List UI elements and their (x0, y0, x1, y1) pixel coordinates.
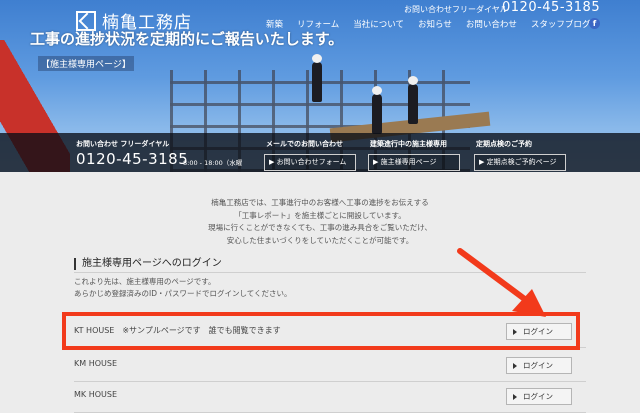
owner-page-button[interactable]: ▶ 施主様専用ページ (368, 154, 460, 171)
nav-item-about[interactable]: 当社について (353, 18, 404, 30)
play-arrow-icon: ▶ (269, 158, 277, 166)
inspection-button[interactable]: ▶ 定期点検ご予約ページ (474, 154, 566, 171)
login-button-km[interactable]: ログイン (506, 357, 572, 374)
worker-figure (312, 54, 322, 102)
hero-title: 工事の進捗状況を定期的にご報告いたします。 (30, 30, 344, 48)
login-desc-line: これより先は、施主様専用のページです。 (74, 277, 216, 286)
house-name: KM HOUSE (74, 359, 117, 368)
pointer-arrow-icon (457, 248, 546, 317)
login-desc-line: あらかじめ登録済みのID・パスワードでログインしてください。 (74, 289, 292, 298)
intro-line: 現場に行くことができなくても、工事の進み具合をご覧いただけ、 (208, 223, 432, 232)
house-row-mk: MK HOUSE ログイン (74, 379, 586, 413)
intro-line: 安心した住まいづくりをしていただくことが可能です。 (226, 235, 414, 245)
nav-item-news[interactable]: お知らせ (418, 18, 452, 30)
login-button-label: ログイン (523, 361, 553, 370)
worker-figure (408, 76, 418, 124)
inspection-label: 定期点検のご予約 (476, 140, 532, 148)
login-button-label: ログイン (523, 392, 553, 401)
header-phone[interactable]: 0120-45-3185 (502, 0, 600, 15)
play-arrow-icon: ▶ (479, 158, 487, 166)
worker-figure (372, 86, 382, 134)
mail-contact-label: メールでのお問い合わせ (266, 140, 343, 148)
nav-item-staff-blog[interactable]: スタッフブログ (531, 18, 591, 30)
house-name: MK HOUSE (74, 390, 117, 399)
owner-page-button-label: 施主様専用ページ (380, 158, 437, 166)
nav-item-contact[interactable]: お問い合わせ (466, 18, 517, 30)
login-description: これより先は、施主様専用のページです。 あらかじめ登録済みのID・パスワードでロ… (74, 276, 292, 300)
play-arrow-icon (513, 394, 517, 400)
owner-page-label: 建築進行中の施主様専用 (370, 140, 447, 148)
login-button-mk[interactable]: ログイン (506, 388, 572, 405)
house-row-km: KM HOUSE ログイン (74, 348, 586, 382)
login-section-title: 施主様専用ページへのログイン (74, 258, 222, 270)
contact-phone-label: お問い合わせ フリーダイヤル (76, 140, 170, 148)
intro-line: 「工事レポート」を施主様ごとに開設しています。 (234, 210, 406, 220)
inspection-button-label: 定期点検ご予約ページ (486, 158, 557, 166)
intro-text: 楠亀工務店では、工事進行中のお客様へ工事の進捗をお伝えする 「工事レポート」を施… (170, 197, 470, 247)
free-dial-label: お問い合わせフリーダイヤル (404, 5, 508, 14)
intro-line: 楠亀工務店では、工事進行中のお客様へ工事の進捗をお伝えする (211, 198, 429, 207)
contact-form-button-label: お問い合わせフォーム (276, 158, 347, 166)
contact-phone[interactable]: 0120-45-3185 (76, 150, 188, 168)
contact-form-button[interactable]: ▶ お問い合わせフォーム (264, 154, 356, 171)
contact-hours: 8:00 - 18:00（水曜 (183, 159, 243, 167)
play-arrow-icon (513, 363, 517, 369)
play-arrow-icon: ▶ (373, 158, 381, 166)
hero-subtitle: 【施主様専用ページ】 (38, 56, 134, 71)
facebook-icon[interactable]: f (589, 18, 600, 29)
